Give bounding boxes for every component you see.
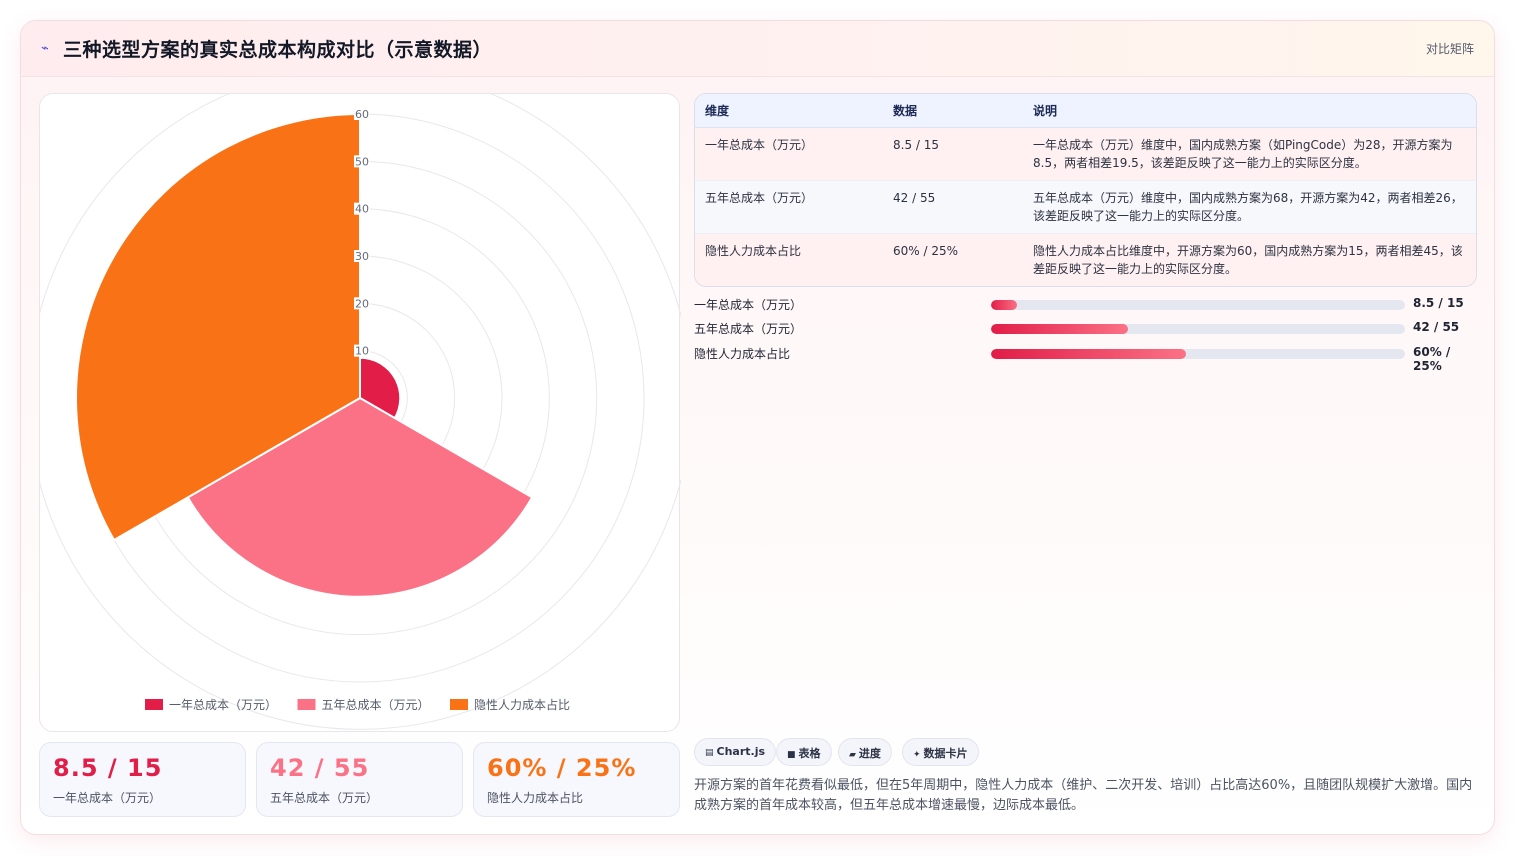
stat-value: 42 / 55 — [270, 754, 370, 782]
progress-row: 一年总成本（万元） 8.5 / 15 — [694, 295, 1477, 315]
progress-track — [991, 300, 1405, 310]
tick-label: 10 — [355, 345, 369, 358]
summary-text: 开源方案的首年花费看似最低，但在5年周期中，隐性人力成本（维护、二次开发、培训）… — [694, 778, 1473, 813]
table-cell: 五年总成本（万元） — [695, 180, 883, 234]
table-cell: 五年总成本（万元）维度中，国内成熟方案为68，开源方案为42，两者相差26，该差… — [1023, 180, 1476, 234]
comparison-table: 维度 数据 说明 一年总成本（万元） 8.5 / 15 一年总成本（万元）维度中… — [694, 93, 1477, 287]
chip-label: Chart.js — [716, 745, 766, 758]
tag-progress[interactable]: ▰ 进度 — [838, 738, 892, 766]
progress-track — [991, 349, 1405, 359]
sparkle-icon: ✦ — [913, 750, 921, 760]
tag-data-card[interactable]: ✦ 数据卡片 — [902, 738, 979, 766]
tag-table[interactable]: ■ 表格 — [776, 738, 832, 766]
legend-swatch — [145, 699, 163, 710]
table-cell: 42 / 55 — [883, 180, 1023, 234]
chip-label: 数据卡片 — [923, 747, 968, 760]
legend-label: 隐性人力成本占比 — [474, 697, 570, 712]
legend-label: 五年总成本（万元） — [322, 698, 430, 712]
table-cell: 隐性人力成本占比 — [695, 233, 883, 286]
table-row: 五年总成本（万元） 42 / 55 五年总成本（万元）维度中，国内成熟方案为68… — [695, 180, 1476, 234]
stat-card-1: 8.5 / 15 一年总成本（万元） — [39, 742, 246, 817]
progress-fill — [991, 300, 1018, 310]
tick-label: 40 — [355, 203, 369, 216]
table-row: 隐性人力成本占比 60% / 25% 隐性人力成本占比维度中，开源方案为60，国… — [695, 233, 1476, 286]
chart-icon: ▤ — [705, 748, 714, 758]
column-header: 数据 — [883, 94, 1023, 128]
progress-track — [991, 324, 1405, 334]
stat-value: 8.5 / 15 — [53, 754, 163, 782]
progress-icon: ▰ — [849, 750, 856, 760]
stat-card-3: 60% / 25% 隐性人力成本占比 — [473, 742, 680, 817]
progress-value: 60% / 25% — [1413, 345, 1451, 373]
progress-row: 隐性人力成本占比 60% / 25% — [694, 344, 1477, 373]
progress-label: 一年总成本（万元） — [694, 298, 803, 312]
table-cell: 一年总成本（万元） — [695, 127, 883, 181]
tick-label: 50 — [355, 155, 369, 168]
table-icon: ■ — [787, 750, 796, 760]
chart-panel: 10 20 30 40 50 60 一年总成本（万元） 五年总成本（万元） 隐性人力成本占比 — [39, 93, 681, 733]
stat-value: 60% / 25% — [487, 754, 637, 782]
tick-label: 30 — [355, 250, 369, 263]
table-cell: 60% / 25% — [883, 233, 1023, 286]
legend-label: 一年总成本（万元） — [169, 698, 277, 712]
progress-value: 8.5 / 15 — [1413, 296, 1464, 310]
page-title: 三种选型方案的真实总成本构成对比（示意数据） — [63, 39, 493, 61]
view-badge[interactable]: 对比矩阵 — [1426, 40, 1474, 57]
table-header-row: 维度 数据 说明 — [695, 94, 1476, 128]
column-header: 维度 — [695, 94, 883, 128]
progress-label: 五年总成本（万元） — [694, 322, 803, 336]
polar-area-chart[interactable]: 10 20 30 40 50 60 一年总成本（万元） 五年总成本（万元） 隐性人力成本占比 — [40, 94, 681, 733]
header: ⌁ 三种选型方案的真实总成本构成对比（示意数据） 对比矩阵 — [21, 21, 1494, 77]
table-row: 一年总成本（万元） 8.5 / 15 一年总成本（万元）维度中，国内成熟方案（如… — [695, 127, 1476, 181]
table-cell: 一年总成本（万元）维度中，国内成熟方案（如PingCode）为28，开源方案为8… — [1023, 127, 1476, 181]
tick-label: 20 — [355, 297, 369, 310]
progress-label: 隐性人力成本占比 — [694, 347, 791, 361]
table-cell: 隐性人力成本占比维度中，开源方案为60，国内成熟方案为15，两者相差45，该差距… — [1023, 233, 1476, 286]
progress-fill — [991, 324, 1128, 334]
tick-label: 60 — [355, 108, 369, 121]
stat-label: 隐性人力成本占比 — [487, 791, 584, 805]
lightning-icon: ⌁ — [41, 41, 49, 56]
main-card: ⌁ 三种选型方案的真实总成本构成对比（示意数据） 对比矩阵 10 20 30 40 50… — [20, 20, 1495, 835]
legend-swatch — [297, 699, 316, 710]
stat-label: 五年总成本（万元） — [270, 791, 379, 805]
progress-fill — [991, 349, 1186, 359]
legend-swatch — [450, 699, 468, 710]
chip-label: 进度 — [858, 747, 881, 760]
stat-label: 一年总成本（万元） — [53, 791, 162, 805]
stat-card-2: 42 / 55 五年总成本（万元） — [256, 742, 463, 817]
table-cell: 8.5 / 15 — [883, 127, 1023, 181]
tag-chartjs[interactable]: ▤ Chart.js — [694, 738, 777, 766]
chip-label: 表格 — [798, 747, 821, 760]
column-header: 说明 — [1023, 94, 1476, 128]
progress-row: 五年总成本（万元） 42 / 55 — [694, 319, 1477, 339]
progress-value: 42 / 55 — [1413, 320, 1460, 334]
